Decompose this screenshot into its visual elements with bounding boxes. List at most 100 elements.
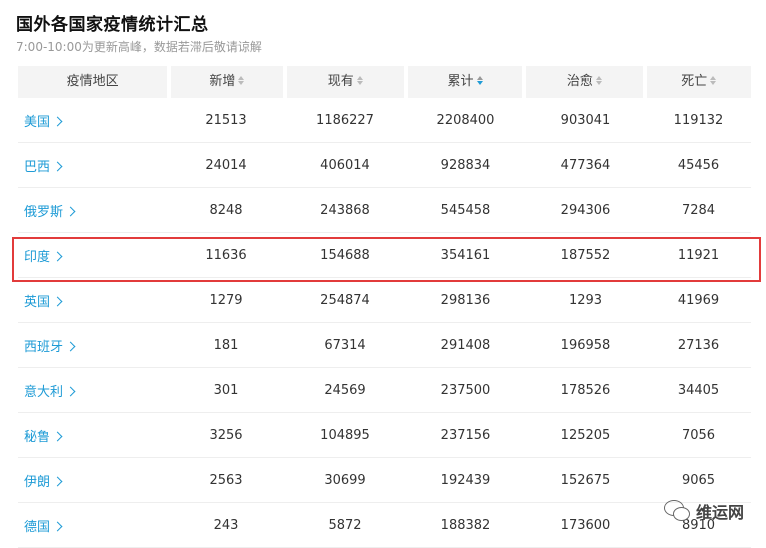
region-link[interactable]: 英国 xyxy=(18,291,168,310)
table-row: 英国 1279 254874 298136 1293 41969 xyxy=(18,278,751,323)
region-name: 俄罗斯 xyxy=(24,204,64,220)
region-link[interactable]: 德国 xyxy=(18,516,168,535)
cell-total: 192439 xyxy=(440,472,491,488)
cell-current: 154688 xyxy=(320,247,370,263)
cell-total: 298136 xyxy=(440,292,491,308)
cell-new: 243 xyxy=(213,517,239,533)
cell-cured: 125205 xyxy=(560,427,611,443)
cell-cured: 152675 xyxy=(560,472,611,488)
cell-total: 237156 xyxy=(440,427,491,443)
cell-cured: 173600 xyxy=(560,517,611,533)
table-row: 俄罗斯 8248 243868 545458 294306 7284 xyxy=(18,188,751,233)
table-row: 秘鲁 3256 104895 237156 125205 7056 xyxy=(18,413,751,458)
cell-new: 24014 xyxy=(205,157,247,173)
cell-deaths: 34405 xyxy=(677,382,720,398)
cell-deaths: 27136 xyxy=(677,337,720,353)
chevron-right-icon xyxy=(65,386,76,396)
cell-total: 237500 xyxy=(440,382,491,398)
chevron-right-icon xyxy=(65,206,76,216)
cell-deaths: 11921 xyxy=(677,247,720,263)
chevron-right-icon xyxy=(52,161,63,171)
header-cured[interactable]: 治愈 xyxy=(526,66,643,98)
region-link[interactable]: 秘鲁 xyxy=(18,426,168,445)
region-name: 巴西 xyxy=(24,159,51,175)
cell-current: 243868 xyxy=(320,202,370,218)
cell-total: 188382 xyxy=(440,517,491,533)
page-title: 国外各国家疫情统计汇总 xyxy=(16,15,209,35)
header-deaths[interactable]: 死亡 xyxy=(646,66,751,98)
chevron-right-icon xyxy=(52,251,63,261)
region-link[interactable]: 巴西 xyxy=(18,156,168,175)
cell-current: 104895 xyxy=(320,427,370,443)
region-link[interactable]: 伊朗 xyxy=(18,471,168,490)
cell-current: 254874 xyxy=(320,292,370,308)
cell-cured: 187552 xyxy=(560,247,611,263)
cell-total: 291408 xyxy=(440,337,491,353)
cell-total: 928834 xyxy=(440,157,491,173)
header-total[interactable]: 累计 xyxy=(407,66,523,98)
sort-arrows-icon xyxy=(238,76,245,85)
cell-total: 545458 xyxy=(440,202,491,218)
cell-cured: 477364 xyxy=(560,157,611,173)
table-row: 德国 243 5872 188382 173600 8910 xyxy=(18,503,751,548)
region-name: 印度 xyxy=(24,249,51,265)
chevron-right-icon xyxy=(52,431,63,441)
region-link[interactable]: 西班牙 xyxy=(18,336,168,355)
chevron-right-icon xyxy=(52,521,63,531)
cell-cured: 196958 xyxy=(560,337,611,353)
chevron-right-icon xyxy=(52,476,63,486)
chevron-right-icon xyxy=(65,341,76,351)
table-header: 疫情地区 新增 现有 累计 治愈 死亡 xyxy=(18,66,751,98)
cell-new: 2563 xyxy=(209,472,243,488)
table-row: 美国 21513 1186227 2208400 903041 119132 xyxy=(18,98,751,143)
cell-deaths: 7284 xyxy=(681,202,716,218)
region-name: 美国 xyxy=(24,114,51,130)
cell-current: 24569 xyxy=(324,382,366,398)
cell-current: 1186227 xyxy=(316,112,374,128)
cell-current: 67314 xyxy=(324,337,366,353)
cell-cured: 294306 xyxy=(560,202,611,218)
cell-current: 5872 xyxy=(328,517,362,533)
header-region: 疫情地区 xyxy=(18,66,168,98)
cell-new: 21513 xyxy=(205,112,247,128)
table-row: 巴西 24014 406014 928834 477364 45456 xyxy=(18,143,751,188)
cell-new: 1279 xyxy=(209,292,243,308)
header-new[interactable]: 新增 xyxy=(171,66,283,98)
cell-deaths: 45456 xyxy=(677,157,720,173)
region-link[interactable]: 意大利 xyxy=(18,381,168,400)
watermark-text: 维运网 xyxy=(695,503,744,522)
cell-new: 8248 xyxy=(209,202,243,218)
region-name: 秘鲁 xyxy=(24,429,51,445)
region-name: 英国 xyxy=(24,294,51,310)
page-subtitle: 7:00-10:00为更新高峰，数据若滞后敬请谅解 xyxy=(16,40,262,54)
cell-new: 11636 xyxy=(205,247,247,263)
cell-cured: 1293 xyxy=(568,292,603,308)
cell-total: 2208400 xyxy=(436,112,495,128)
table-row: 印度 11636 154688 354161 187552 11921 xyxy=(18,233,751,278)
table-row: 伊朗 2563 30699 192439 152675 9065 xyxy=(18,458,751,503)
region-link[interactable]: 俄罗斯 xyxy=(18,201,168,220)
region-name: 意大利 xyxy=(24,384,64,400)
sort-arrows-icon xyxy=(476,76,483,85)
chevron-right-icon xyxy=(52,116,63,126)
cell-total: 354161 xyxy=(440,247,491,263)
cell-cured: 178526 xyxy=(560,382,611,398)
sort-arrows-icon xyxy=(595,76,602,85)
cell-deaths: 119132 xyxy=(673,112,724,128)
sort-arrows-icon xyxy=(710,76,717,85)
region-name: 德国 xyxy=(24,519,51,535)
cell-current: 30699 xyxy=(324,472,366,488)
header-current[interactable]: 现有 xyxy=(286,66,404,98)
region-link[interactable]: 美国 xyxy=(18,111,168,130)
sort-arrows-icon xyxy=(356,76,363,85)
wechat-icon xyxy=(663,500,690,522)
chevron-right-icon xyxy=(52,296,63,306)
cell-new: 181 xyxy=(213,337,239,353)
table-row: 西班牙 181 67314 291408 196958 27136 xyxy=(18,323,751,368)
cell-cured: 903041 xyxy=(560,112,611,128)
cell-deaths: 7056 xyxy=(681,427,716,443)
cell-new: 3256 xyxy=(209,427,243,443)
region-link[interactable]: 印度 xyxy=(18,246,168,265)
cell-deaths: 9065 xyxy=(681,472,716,488)
table-row: 意大利 301 24569 237500 178526 34405 xyxy=(18,368,751,413)
